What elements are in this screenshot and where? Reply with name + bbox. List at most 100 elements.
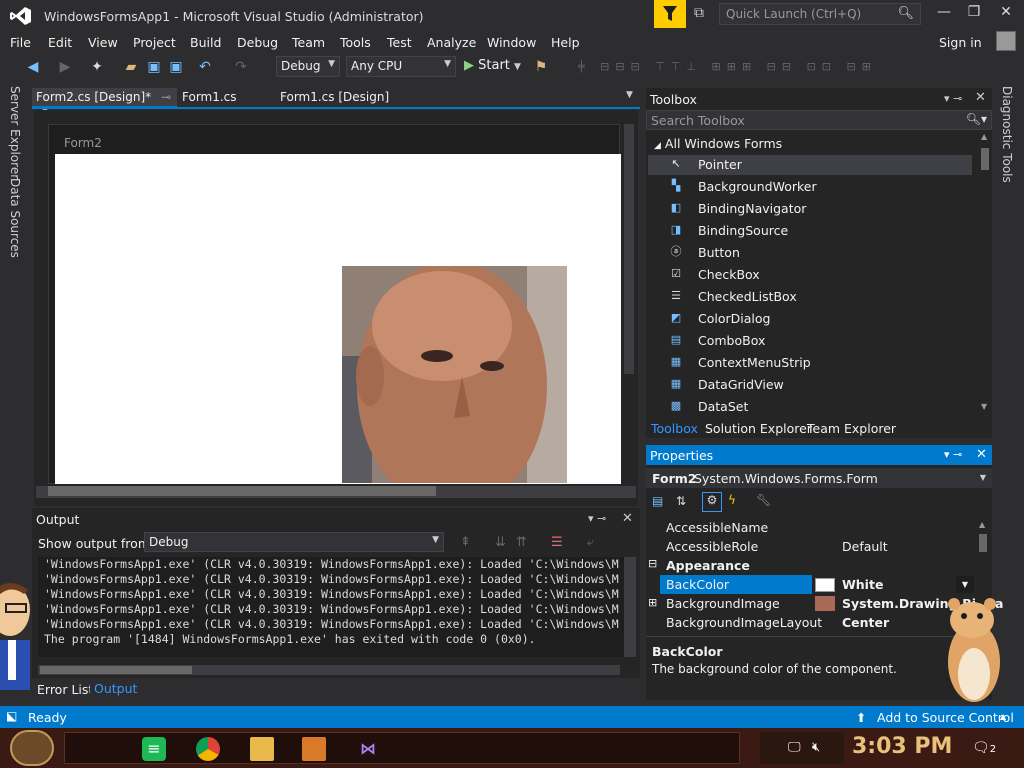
property-row[interactable]: BackColor White ▼ (660, 575, 974, 594)
start-button[interactable] (10, 730, 54, 766)
volume-muted-icon[interactable]: 🔇︎ (812, 740, 820, 755)
menu-window[interactable]: Window (487, 35, 536, 50)
menu-team[interactable]: Team (292, 35, 325, 50)
filter-button[interactable] (654, 0, 686, 28)
menu-tools[interactable]: Tools (340, 35, 371, 50)
forward-icon[interactable]: ▶ (56, 58, 74, 76)
feedback-icon[interactable]: ⧉ (694, 5, 712, 23)
redo-icon[interactable]: ↷ (232, 58, 250, 76)
output-toolbar-icons[interactable]: ⇞ ⇊⇈ ☰ ⤶ (460, 535, 604, 550)
properties-scroll-thumb[interactable] (979, 534, 987, 552)
toolbox-group-header[interactable]: ◢ All Windows Forms (654, 136, 782, 151)
scroll-up-icon[interactable]: ▲ (979, 520, 985, 529)
toolbox-item[interactable]: Pointer (698, 157, 742, 172)
toolbox-item[interactable]: BackgroundWorker (698, 179, 817, 194)
menu-edit[interactable]: Edit (48, 35, 72, 50)
menu-analyze[interactable]: Analyze (427, 35, 476, 50)
config-dropdown[interactable]: Debug ▼ (276, 56, 340, 77)
property-pages-wrench-icon[interactable]: 🔧︎ (756, 493, 771, 507)
dock-icons[interactable]: ▾ ⊸ (944, 92, 962, 105)
menu-file[interactable]: File (10, 35, 31, 50)
chrome-icon[interactable] (196, 737, 220, 761)
tab-solution-explorer[interactable]: Solution Explorer (705, 421, 812, 436)
collapse-icon[interactable]: ⊟ (648, 557, 657, 570)
pin-icon[interactable]: ⊸ (161, 90, 171, 104)
tab-form1-cs[interactable]: Form1.cs (178, 88, 241, 108)
account-avatar-icon[interactable] (996, 31, 1016, 51)
chevron-up-icon[interactable]: ▲ (1000, 712, 1006, 721)
picture-box[interactable] (342, 266, 567, 483)
tab-form2-design[interactable]: Form2.cs [Design]* ⊸ ✕ (32, 88, 177, 118)
expand-icon[interactable]: ⊞ (648, 596, 657, 609)
close-icon[interactable]: ✕ (976, 447, 987, 462)
network-icon[interactable]: 🖵︎ (788, 740, 801, 755)
platform-dropdown[interactable]: Any CPU ▼ (346, 56, 456, 77)
clock[interactable]: 3:03 PM (852, 734, 952, 759)
quick-launch-input[interactable]: Quick Launch (Ctrl+Q) 🔍︎ (719, 3, 921, 25)
alphabetical-icon[interactable]: ⇅ (676, 494, 686, 508)
clear-all-icon[interactable]: ☰ (551, 535, 573, 550)
toolbox-item[interactable]: DataSet (698, 399, 748, 414)
toolbox-item[interactable]: ComboBox (698, 333, 765, 348)
menu-help[interactable]: Help (551, 35, 580, 50)
tab-output[interactable]: Output (90, 680, 142, 697)
undo-icon[interactable]: ↶ (196, 58, 214, 76)
maximize-button[interactable]: ❐ (960, 4, 988, 24)
properties-view-icon[interactable]: ⚙ (702, 492, 722, 512)
new-project-icon[interactable]: ✦ (88, 58, 106, 76)
tab-toolbox[interactable]: Toolbox (651, 421, 698, 436)
output-source-dropdown[interactable]: Debug ▼ (144, 532, 444, 552)
toolbox-item[interactable]: ContextMenuStrip (698, 355, 811, 370)
menu-test[interactable]: Test (387, 35, 412, 50)
menu-project[interactable]: Project (133, 35, 176, 50)
save-icon[interactable]: ▣ (145, 58, 163, 76)
save-all-icon[interactable]: ▣ (167, 58, 185, 76)
dock-icons[interactable]: ▾ ⊸ (588, 512, 606, 525)
output-text[interactable]: 'WindowsFormsApp1.exe' (CLR v4.0.30319: … (38, 557, 624, 657)
property-row[interactable]: AccessibleName (660, 518, 974, 537)
tab-error-list[interactable]: Error List (37, 682, 93, 697)
toolbox-item[interactable]: CheckBox (698, 267, 760, 282)
toolbox-item[interactable]: ColorDialog (698, 311, 770, 326)
file-explorer-icon[interactable] (250, 737, 274, 761)
tab-overflow-icon[interactable]: ▼ (626, 90, 633, 100)
visual-studio-icon[interactable]: ⋈ (356, 737, 380, 761)
toolbox-item[interactable]: Button (698, 245, 740, 260)
layout-toolbar-icons[interactable]: ╪ ⊟⊟⊟ ⊤⊤⊥ ⊞⊞⊞ ⊟⊟ ⊡⊡ ⊟⊞ (578, 60, 948, 74)
spotify-icon[interactable]: ≡ (142, 737, 166, 761)
scroll-down-icon[interactable]: ▼ (981, 402, 987, 411)
toolbox-scrollbar[interactable]: ▲ ▼ (978, 130, 992, 415)
data-sources-tab[interactable]: Data Sources (8, 178, 22, 258)
tab-team-explorer[interactable]: Team Explorer (807, 421, 896, 436)
toolbox-scroll-thumb[interactable] (981, 148, 989, 170)
designer-scroll-thumb[interactable] (48, 486, 436, 496)
browser-link-icon[interactable]: ⚑ (532, 58, 550, 76)
toolbox-item[interactable]: BindingSource (698, 223, 788, 238)
properties-object-selector[interactable]: Form2 System.Windows.Forms.Form ▼ (646, 468, 992, 488)
add-to-source-control-button[interactable]: Add to Source Control (877, 710, 1014, 725)
open-folder-icon[interactable]: ▰ (122, 58, 140, 76)
start-button[interactable]: ▶ Start ▼ (464, 58, 521, 73)
server-explorer-tab[interactable]: Server Explorer (8, 86, 22, 179)
toolbox-item[interactable]: BindingNavigator (698, 201, 806, 216)
menu-debug[interactable]: Debug (237, 35, 278, 50)
close-icon[interactable]: ✕ (622, 511, 633, 526)
property-row[interactable]: AccessibleRole Default (660, 537, 974, 556)
toolbox-item[interactable]: DataGridView (698, 377, 784, 392)
menu-build[interactable]: Build (190, 35, 221, 50)
toolbox-search-input[interactable]: Search Toolbox 🔍︎▾ (646, 110, 992, 130)
close-icon[interactable]: ✕ (975, 90, 986, 105)
designer-vertical-scrollbar[interactable] (624, 124, 634, 374)
events-lightning-icon[interactable]: ϟ (728, 493, 736, 507)
app-icon[interactable] (302, 737, 326, 761)
minimize-button[interactable]: — (930, 4, 958, 24)
sign-in-link[interactable]: Sign in (939, 35, 982, 50)
tab-form1-design[interactable]: Form1.cs [Design] (276, 88, 393, 108)
property-row[interactable]: BackgroundImage System.Drawing.Bitma (660, 594, 1003, 613)
output-scroll-thumb[interactable] (40, 666, 192, 674)
scroll-up-icon[interactable]: ▲ (981, 132, 987, 141)
back-icon[interactable]: ◀ (24, 58, 42, 76)
notifications-icon[interactable]: 🗨︎2 (972, 740, 996, 756)
diagnostic-tools-tab[interactable]: Diagnostic Tools (1000, 86, 1014, 183)
output-vertical-scrollbar[interactable] (624, 557, 636, 657)
